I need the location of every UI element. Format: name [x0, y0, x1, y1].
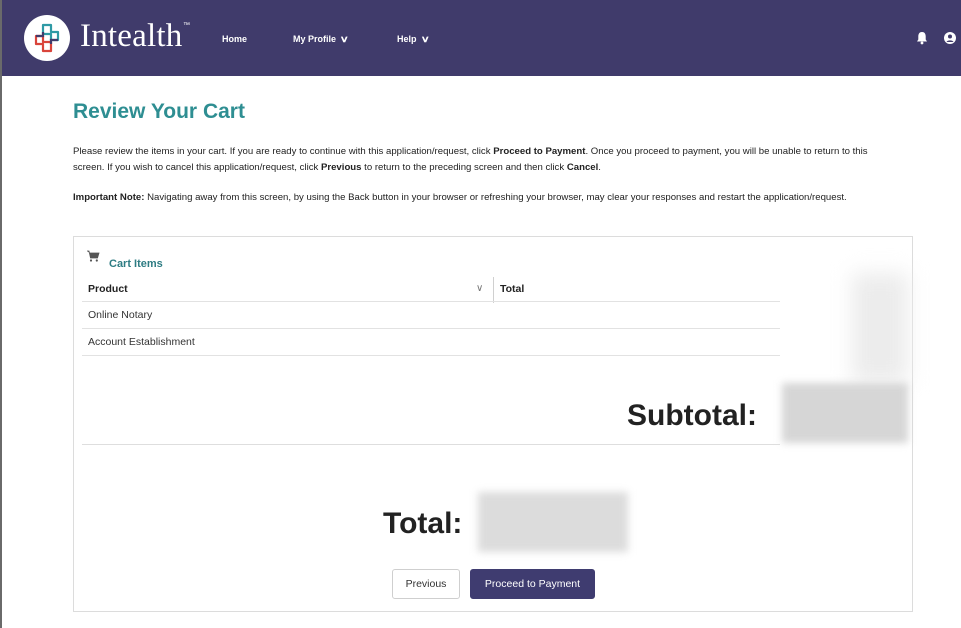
logo-cross-icon	[34, 23, 60, 53]
row-divider	[82, 328, 780, 329]
column-header-product[interactable]: Product	[88, 283, 128, 295]
subtotal-label: Subtotal:	[627, 399, 757, 432]
proceed-to-payment-button[interactable]: Proceed to Payment	[470, 569, 595, 599]
redacted-subtotal-value	[782, 383, 908, 443]
brand-trademark: ™	[183, 22, 190, 29]
logo[interactable]	[24, 15, 70, 61]
brand-name[interactable]: Intealth	[80, 18, 182, 55]
cart-icon	[86, 249, 100, 263]
user-icon[interactable]	[942, 30, 958, 46]
bell-icon[interactable]	[914, 30, 930, 46]
nav-home-label: Home	[222, 34, 248, 44]
intro-text: to return to the preceding screen and th…	[361, 162, 567, 173]
page: Intealth ™ Home My Profile ∨ Help ∨ Review…	[0, 0, 961, 628]
important-note-text: Navigating away from this screen, by usi…	[144, 192, 847, 203]
intro-text: Please review the items in your cart. If…	[73, 146, 494, 157]
column-header-total[interactable]: Total	[500, 283, 524, 295]
previous-button[interactable]: Previous	[392, 569, 460, 599]
total-label: Total:	[383, 507, 463, 540]
nav-my-profile[interactable]: My Profile ∨	[293, 34, 349, 45]
page-title: Review Your Cart	[73, 100, 245, 123]
cart-row-product: Online Notary	[88, 309, 153, 321]
cart-card: Cart Items Product ∨ Total Online Notary…	[73, 236, 913, 612]
intro-cancel-emphasis: Cancel	[566, 162, 599, 173]
column-divider	[493, 277, 494, 303]
nav-my-profile-label: My Profile	[293, 34, 337, 44]
cart-row-product: Account Establishment	[88, 336, 195, 348]
row-divider	[82, 355, 780, 356]
top-nav: Intealth ™ Home My Profile ∨ Help ∨	[2, 0, 961, 76]
important-note: Important Note: Navigating away from thi…	[73, 190, 893, 206]
subtotal-divider	[82, 444, 780, 445]
intro-previous-emphasis: Previous	[320, 162, 362, 173]
redacted-total-value	[478, 492, 628, 552]
sort-chevron-icon[interactable]: ∨	[476, 283, 483, 294]
nav-home[interactable]: Home	[222, 34, 247, 44]
intro-text: .	[598, 162, 601, 173]
intro-proceed-emphasis: Proceed to Payment	[493, 146, 586, 157]
nav-help-label: Help	[397, 34, 417, 44]
redacted-area	[852, 273, 908, 383]
chevron-down-icon: ∨	[420, 34, 430, 44]
nav-help[interactable]: Help ∨	[397, 34, 430, 45]
chevron-down-icon: ∨	[339, 34, 349, 44]
header-divider	[82, 301, 780, 302]
intro-paragraph: Please review the items in your cart. If…	[73, 144, 893, 176]
important-note-label: Important Note:	[73, 192, 145, 203]
cart-items-title: Cart Items	[109, 258, 163, 270]
